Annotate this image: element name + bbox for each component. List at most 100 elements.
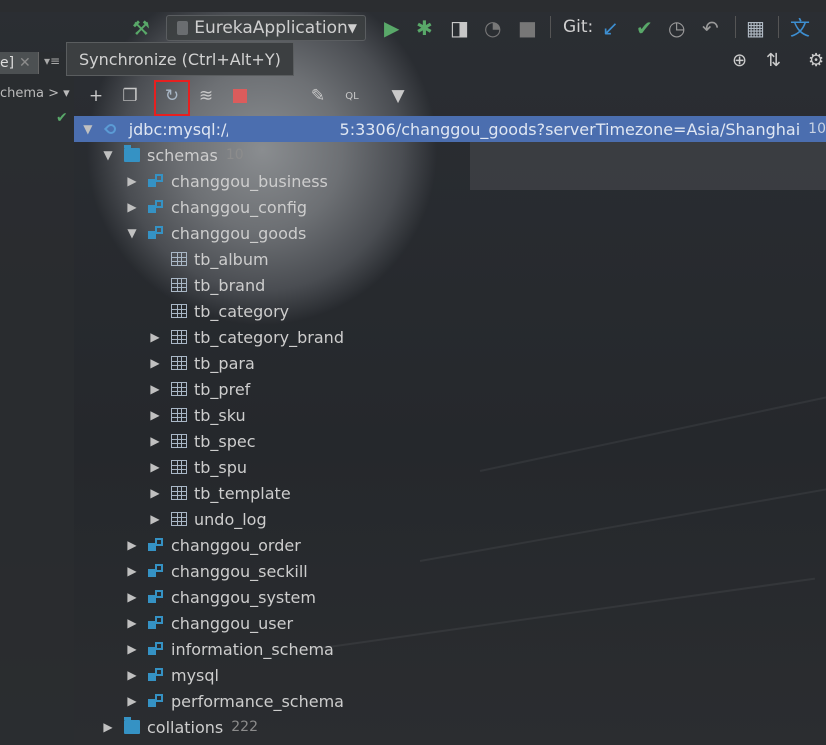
table-icon <box>171 434 187 448</box>
collapse-arrow-icon[interactable]: ▶ <box>124 616 140 630</box>
application-icon <box>177 21 189 35</box>
synchronize-highlight-box <box>154 80 190 116</box>
collapse-arrow-icon[interactable]: ▶ <box>124 668 140 682</box>
project-structure-icon[interactable]: ▦ <box>746 16 765 40</box>
schema-icon <box>148 616 164 630</box>
git-commit-check-icon[interactable]: ✔ <box>636 16 653 40</box>
collapse-arrow-icon[interactable]: ▶ <box>147 356 163 370</box>
tree-row-schema[interactable]: ▶ changgou_config <box>124 194 307 220</box>
tree-row-schema[interactable]: ▶ mysql <box>124 662 219 688</box>
tree-row-schema-open[interactable]: ▼ changgou_goods <box>124 220 306 246</box>
schema-icon <box>148 174 164 188</box>
table-name: tb_template <box>194 483 291 503</box>
folder-icon <box>124 145 140 162</box>
tooltip-text: Synchronize (Ctrl+Alt+Y) <box>79 50 281 69</box>
collapse-arrow-icon[interactable]: ▶ <box>124 642 140 656</box>
schema-name: changgou_config <box>171 197 308 217</box>
git-update-icon[interactable]: ↙ <box>602 16 619 40</box>
collapse-arrow-icon[interactable]: ▶ <box>100 720 116 734</box>
collapse-arrow-icon[interactable]: ▶ <box>147 512 163 526</box>
chevron-down-icon: ▼ <box>347 21 357 35</box>
tree-row-schema[interactable]: ▶ information_schema <box>124 636 333 662</box>
tree-row-table[interactable]: ▶ tb_pref <box>147 376 250 402</box>
schema-icon <box>148 668 164 682</box>
table-icon <box>171 356 187 370</box>
tree-row-connection[interactable]: ▼ jdbc:mysql:// 5:3306/changgou_goods?ser… <box>74 116 826 142</box>
collapse-arrow-icon[interactable]: ▶ <box>147 408 163 422</box>
tab-list-menu-icon[interactable]: ▾≡ <box>44 54 60 68</box>
profile-icon[interactable]: ◔ <box>484 16 501 40</box>
schema-selector-label: chema > <box>0 86 60 101</box>
tree-row-schema[interactable]: ▶ performance_schema <box>124 688 344 714</box>
collapse-arrow-icon[interactable]: ▶ <box>124 538 140 552</box>
git-history-clock-icon[interactable]: ◷ <box>668 16 685 40</box>
tree-row-table[interactable]: ▶ tb_para <box>147 350 254 376</box>
duplicate-icon[interactable]: ❐ <box>118 84 142 108</box>
collapse-arrow-icon[interactable]: ▶ <box>147 330 163 344</box>
tree-row-collations[interactable]: ▶ collations 222 <box>100 714 258 740</box>
left-panel <box>0 52 74 745</box>
expand-arrow-icon[interactable]: ▼ <box>124 226 140 240</box>
tree-row-table[interactable]: ▶ tb_brand <box>147 272 265 298</box>
checkmark-icon: ✔ <box>56 110 68 126</box>
translate-icon[interactable]: 文 <box>790 16 810 40</box>
collapse-arrow-icon[interactable]: ▶ <box>147 434 163 448</box>
tree-row-schemas[interactable]: ▼ schemas 10 <box>100 142 244 168</box>
tree-row-table[interactable]: ▶ tb_template <box>147 480 291 506</box>
table-name: tb_category_brand <box>194 327 344 347</box>
collapse-arrow-icon[interactable]: ▶ <box>124 564 140 578</box>
tree-row-table[interactable]: ▶ tb_spu <box>147 454 247 480</box>
tree-row-table[interactable]: ▶ tb_category_brand <box>147 324 344 350</box>
schema-name: changgou_seckill <box>171 561 308 581</box>
tree-row-schema[interactable]: ▶ changgou_system <box>124 584 316 610</box>
tree-row-schema[interactable]: ▶ changgou_seckill <box>124 558 308 584</box>
table-icon <box>171 460 187 474</box>
query-console-icon[interactable]: QL <box>340 84 364 108</box>
tree-row-schema[interactable]: ▶ changgou_user <box>124 610 293 636</box>
build-hammer-icon[interactable]: ⚒ <box>132 16 150 40</box>
table-icon <box>171 486 187 500</box>
gear-icon[interactable]: ⚙ <box>808 50 824 71</box>
stop-button[interactable] <box>228 84 252 108</box>
tree-row-schema[interactable]: ▶ changgou_order <box>124 532 301 558</box>
collapse-arrow-icon[interactable]: ▶ <box>147 382 163 396</box>
filter-funnel-icon[interactable]: ▼ <box>386 84 410 108</box>
schema-name: changgou_order <box>171 535 301 555</box>
collapse-arrow-icon[interactable]: ▶ <box>124 200 140 214</box>
tree-row-table[interactable]: ▶ undo_log <box>147 506 266 532</box>
stop-icon[interactable]: ■ <box>518 16 537 40</box>
schema-icon <box>148 694 164 708</box>
git-rollback-icon[interactable]: ↶ <box>702 16 719 40</box>
add-icon[interactable]: + <box>84 84 108 108</box>
schema-icon <box>148 226 164 240</box>
tree-row-table[interactable]: ▶ tb_album <box>147 246 269 272</box>
tree-row-schema[interactable]: ▶ changgou_business <box>124 168 327 194</box>
collapse-arrow-icon[interactable]: ▶ <box>124 590 140 604</box>
schema-icon <box>148 200 164 214</box>
table-icon <box>171 278 187 292</box>
tree-row-table[interactable]: ▶ tb_category <box>147 298 289 324</box>
collapse-all-icon[interactable]: ⇅ <box>766 50 781 71</box>
connection-url-prefix: jdbc:mysql:// <box>128 119 232 139</box>
locate-crosshair-icon[interactable]: ⊕ <box>732 50 747 71</box>
tree-row-table[interactable]: ▶ tb_spec <box>147 428 255 454</box>
collapse-arrow-icon[interactable]: ▶ <box>124 174 140 188</box>
debug-bug-icon[interactable]: ✱ <box>416 16 433 40</box>
edit-pencil-icon[interactable]: ✎ <box>306 84 330 108</box>
stop-icon <box>233 89 247 103</box>
schema-selector[interactable]: chema > ▾ <box>0 86 70 101</box>
collapse-arrow-icon[interactable]: ▶ <box>147 486 163 500</box>
collapse-arrow-icon[interactable]: ▶ <box>124 694 140 708</box>
expand-arrow-icon[interactable]: ▼ <box>100 148 116 162</box>
separator <box>550 16 551 38</box>
collapse-arrow-icon[interactable]: ▶ <box>147 460 163 474</box>
schema-name: mysql <box>171 665 219 685</box>
schemas-count: 10 <box>225 147 244 163</box>
run-configuration-select[interactable]: EurekaApplication ▼ <box>166 15 366 41</box>
coverage-icon[interactable]: ◨ <box>450 16 469 40</box>
close-icon[interactable]: ✕ <box>19 52 31 74</box>
tree-row-table[interactable]: ▶ tb_sku <box>147 402 245 428</box>
expand-arrow-icon[interactable]: ▼ <box>80 122 96 136</box>
data-source-properties-icon[interactable]: ≋ <box>194 84 218 108</box>
run-icon[interactable]: ▶ <box>384 16 399 40</box>
